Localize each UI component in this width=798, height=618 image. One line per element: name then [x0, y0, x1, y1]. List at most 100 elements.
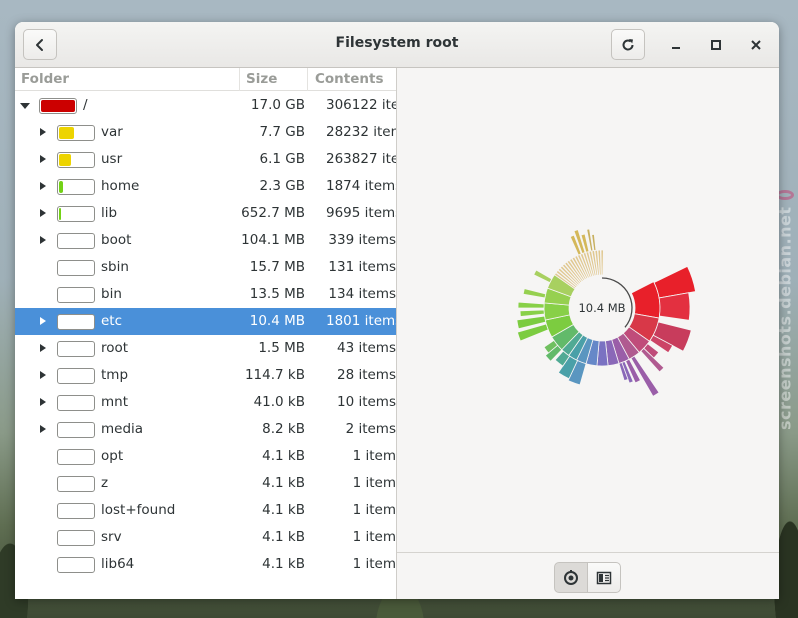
- folder-name: media: [101, 421, 144, 437]
- ring-segment-outer[interactable]: [653, 265, 697, 299]
- usage-bar: [57, 206, 95, 222]
- tree-row[interactable]: mnt 41.0 kB 10 items: [15, 389, 396, 416]
- usage-bar-fill: [59, 181, 63, 193]
- folder-size: 41.0 kB: [253, 394, 305, 410]
- window-maximize-icon: [711, 40, 721, 50]
- expander-closed-icon[interactable]: [40, 398, 46, 406]
- folder-contents: 1874 items: [326, 178, 396, 194]
- chart-pane: 10.4 MB: [397, 68, 779, 599]
- folder-size: 4.1 kB: [262, 529, 305, 545]
- usage-bar: [57, 260, 95, 276]
- expander-closed-icon[interactable]: [40, 425, 46, 433]
- usage-bar: [57, 530, 95, 546]
- tree-row[interactable]: tmp 114.7 kB 28 items: [15, 362, 396, 389]
- folder-contents: 306122 items: [326, 97, 396, 113]
- expander-closed-icon[interactable]: [40, 371, 46, 379]
- folder-contents: 134 items: [328, 286, 396, 302]
- folder-name: var: [101, 124, 123, 140]
- tree-row[interactable]: usr 6.1 GB 263827 items: [15, 146, 396, 173]
- expander-closed-icon[interactable]: [40, 209, 46, 217]
- folder-size: 7.7 GB: [259, 124, 305, 140]
- column-contents[interactable]: Contents: [315, 71, 384, 87]
- folder-contents: 1 item: [352, 529, 396, 545]
- usage-bar: [57, 395, 95, 411]
- rings-chart-button[interactable]: [554, 562, 588, 593]
- folder-size: 104.1 MB: [241, 232, 305, 248]
- close-button[interactable]: [747, 36, 765, 54]
- folder-contents: 263827 items: [326, 151, 396, 167]
- expander-closed-icon[interactable]: [40, 182, 46, 190]
- usage-bar: [57, 179, 95, 195]
- usage-bar: [57, 368, 95, 384]
- folder-size: 114.7 kB: [244, 367, 305, 383]
- folder-name: opt: [101, 448, 124, 464]
- minimize-button[interactable]: [667, 36, 685, 54]
- tree-row[interactable]: lib 652.7 MB 9695 items: [15, 200, 396, 227]
- folder-name: /: [83, 97, 88, 113]
- column-header: Folder Size Contents: [15, 68, 396, 91]
- folder-name: z: [101, 475, 109, 491]
- ring-segment-outer[interactable]: [522, 288, 547, 299]
- expander-open-icon[interactable]: [20, 103, 30, 109]
- folder-name: tmp: [101, 367, 129, 383]
- folder-contents: 131 items: [328, 259, 396, 275]
- tree-row[interactable]: home 2.3 GB 1874 items: [15, 173, 396, 200]
- tree-row[interactable]: etc 10.4 MB 1801 items: [15, 308, 396, 335]
- folder-contents: 28232 items: [326, 124, 396, 140]
- tree-row[interactable]: media 8.2 kB 2 items: [15, 416, 396, 443]
- ring-segment-outer[interactable]: [519, 309, 545, 318]
- folder-size: 652.7 MB: [241, 205, 305, 221]
- folder-size: 6.1 GB: [259, 151, 305, 167]
- folder-name: bin: [101, 286, 122, 302]
- ring-segment[interactable]: [600, 249, 604, 276]
- folder-tree[interactable]: Folder Size Contents / 17.0 GB 306122 item…: [15, 68, 397, 599]
- expander-closed-icon[interactable]: [40, 344, 46, 352]
- maximize-button[interactable]: [707, 36, 725, 54]
- tree-row[interactable]: opt 4.1 kB 1 item: [15, 443, 396, 470]
- tree-row[interactable]: lost+found 4.1 kB 1 item: [15, 497, 396, 524]
- usage-bar: [57, 314, 95, 330]
- folder-name: lost+found: [101, 502, 176, 518]
- ring-segment-outer[interactable]: [658, 292, 691, 321]
- folder-size: 15.7 MB: [249, 259, 305, 275]
- tree-row[interactable]: sbin 15.7 MB 131 items: [15, 254, 396, 281]
- tree-row[interactable]: srv 4.1 kB 1 item: [15, 524, 396, 551]
- folder-contents: 9695 items: [326, 205, 396, 221]
- ring-segment-outer[interactable]: [533, 269, 553, 284]
- usage-bar-fill: [59, 127, 74, 139]
- treemap-chart-button[interactable]: [587, 562, 621, 593]
- rings-chart[interactable]: 10.4 MB: [397, 68, 779, 552]
- usage-bar: [57, 422, 95, 438]
- refresh-button[interactable]: [611, 29, 645, 60]
- column-size[interactable]: Size: [246, 71, 277, 87]
- folder-size: 17.0 GB: [250, 97, 305, 113]
- folder-size: 4.1 kB: [262, 556, 305, 572]
- expander-closed-icon[interactable]: [40, 128, 46, 136]
- window-minimize-icon: [672, 47, 680, 49]
- usage-bar: [57, 152, 95, 168]
- usage-bar: [57, 557, 95, 573]
- folder-size: 10.4 MB: [249, 313, 305, 329]
- tree-row[interactable]: / 17.0 GB 306122 items: [15, 92, 396, 119]
- folder-name: srv: [101, 529, 122, 545]
- tree-row[interactable]: lib64 4.1 kB 1 item: [15, 551, 396, 578]
- tree-row[interactable]: boot 104.1 MB 339 items: [15, 227, 396, 254]
- tree-row[interactable]: z 4.1 kB 1 item: [15, 470, 396, 497]
- folder-name: lib64: [101, 556, 135, 572]
- tree-row[interactable]: root 1.5 MB 43 items: [15, 335, 396, 362]
- tree-row[interactable]: var 7.7 GB 28232 items: [15, 119, 396, 146]
- folder-contents: 339 items: [328, 232, 396, 248]
- ring-segment-outer[interactable]: [517, 301, 545, 309]
- expander-closed-icon[interactable]: [40, 236, 46, 244]
- folder-size: 2.3 GB: [259, 178, 305, 194]
- folder-contents: 2 items: [345, 421, 396, 437]
- folder-contents: 10 items: [336, 394, 396, 410]
- usage-bar: [57, 476, 95, 492]
- expander-closed-icon[interactable]: [40, 155, 46, 163]
- usage-bar: [57, 287, 95, 303]
- column-folder[interactable]: Folder: [21, 71, 69, 87]
- folder-size: 13.5 MB: [249, 286, 305, 302]
- folder-contents: 1 item: [352, 556, 396, 572]
- tree-row[interactable]: bin 13.5 MB 134 items: [15, 281, 396, 308]
- expander-closed-icon[interactable]: [40, 317, 46, 325]
